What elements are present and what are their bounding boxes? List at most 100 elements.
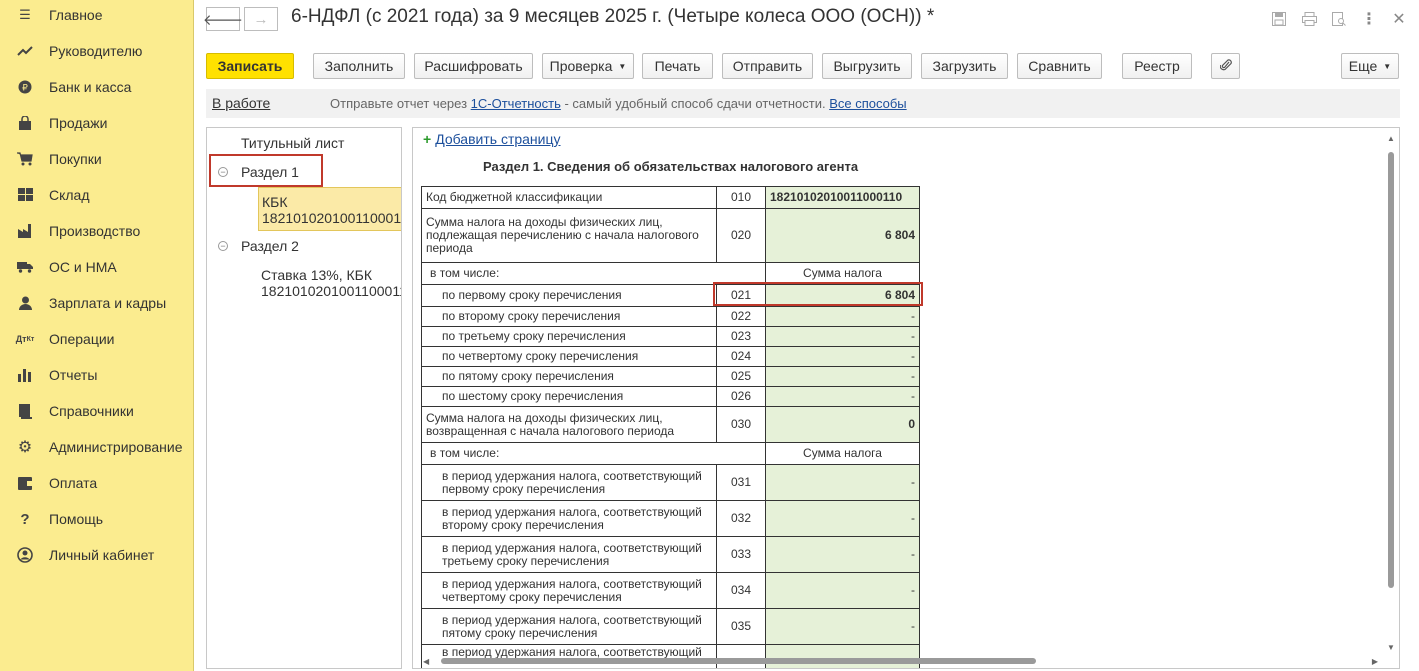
row-code: 031: [716, 464, 766, 501]
sidebar-item-main[interactable]: ☰ Главное: [0, 1, 194, 29]
more-dropdown-button[interactable]: Еще ▼: [1341, 53, 1399, 79]
value-cell[interactable]: -: [765, 306, 920, 327]
sidebar-item-label: Помощь: [49, 511, 104, 527]
sidebar-item-label: Отчеты: [49, 367, 98, 383]
value-cell[interactable]: 18210102010011000110: [765, 186, 920, 209]
row-description: в период удержания налога, соответствующ…: [421, 608, 717, 645]
fill-button[interactable]: Заполнить: [313, 53, 405, 79]
sidebar-item-payment[interactable]: Оплата: [0, 469, 194, 497]
sidebar-item-account[interactable]: Личный кабинет: [0, 541, 194, 569]
check-button-label: Проверка: [549, 58, 613, 74]
warehouse-icon: [17, 187, 33, 203]
attach-button[interactable]: [1211, 53, 1240, 79]
value-cell[interactable]: 6 804: [765, 208, 920, 263]
value-cell[interactable]: -: [765, 326, 920, 347]
value-cell[interactable]: -: [765, 536, 920, 573]
horizontal-scrollbar[interactable]: ◀ ▶: [423, 656, 1378, 666]
tree-item-text: 18210102010011000110: [262, 210, 402, 226]
row-code: 010: [716, 186, 766, 209]
account-icon: [17, 547, 33, 563]
table-row: в период удержания налога, соответствующ…: [421, 500, 920, 537]
obligations-table: Код бюджетной классификации 010 18210102…: [421, 186, 920, 668]
compare-button[interactable]: Сравнить: [1017, 53, 1102, 79]
highlight-frame: [713, 282, 923, 306]
check-dropdown-button[interactable]: Проверка ▼: [542, 53, 634, 79]
row-description: в период удержания налога, соответствующ…: [421, 536, 717, 573]
print-button[interactable]: Печать: [642, 53, 713, 79]
book-icon: [17, 403, 33, 419]
status-message-prefix: Отправьте отчет через: [330, 96, 471, 111]
search-doc-icon[interactable]: [1330, 10, 1348, 28]
more-vertical-icon[interactable]: ⋮: [1360, 10, 1378, 28]
row-description: в период удержания налога, соответствующ…: [421, 464, 717, 501]
save-disk-icon[interactable]: [1270, 10, 1288, 28]
scroll-up-icon[interactable]: ▲: [1387, 134, 1395, 143]
sidebar-item-label: Справочники: [49, 403, 134, 419]
close-icon[interactable]: ✕: [1390, 10, 1408, 28]
sidebar-item-bank[interactable]: ₽ Банк и касса: [0, 73, 194, 101]
row-description: по первому сроку перечисления: [421, 284, 717, 307]
scroll-down-icon[interactable]: ▼: [1387, 643, 1395, 652]
sidebar-item-production[interactable]: Производство: [0, 217, 194, 245]
sidebar-item-label: Личный кабинет: [49, 547, 155, 563]
value-cell[interactable]: -: [765, 346, 920, 367]
row-code: 020: [716, 208, 766, 263]
sidebar-item-assets[interactable]: ОС и НМА: [0, 253, 194, 281]
table-row: по третьему сроку перечисления 023 -: [421, 326, 920, 347]
scroll-right-icon[interactable]: ▶: [1372, 657, 1378, 666]
sidebar-item-reports[interactable]: Отчеты: [0, 361, 194, 389]
import-button[interactable]: Загрузить: [921, 53, 1008, 79]
value-cell[interactable]: -: [765, 464, 920, 501]
value-cell[interactable]: -: [765, 366, 920, 387]
status-link[interactable]: В работе: [212, 95, 270, 111]
back-button[interactable]: 🡐: [203, 7, 243, 31]
scrollbar-thumb[interactable]: [441, 658, 1036, 664]
add-page-label: Добавить страницу: [435, 131, 561, 147]
add-page-link[interactable]: + Добавить страницу: [423, 131, 561, 147]
sidebar-item-sales[interactable]: Продажи: [0, 109, 194, 137]
scrollbar-thumb[interactable]: [1388, 152, 1394, 588]
reporting-service-link[interactable]: 1С-Отчетность: [471, 96, 561, 111]
sidebar-item-catalogs[interactable]: Справочники: [0, 397, 194, 425]
row-code: 033: [716, 536, 766, 573]
decode-button[interactable]: Расшифровать: [414, 53, 533, 79]
table-row: в период удержания налога, соответствующ…: [421, 464, 920, 501]
all-methods-link[interactable]: Все способы: [829, 96, 906, 111]
value-cell[interactable]: -: [765, 500, 920, 537]
sidebar-item-purchases[interactable]: Покупки: [0, 145, 194, 173]
tree-item-section-2-rate[interactable]: Ставка 13%, КБК 18210102010011000110: [261, 267, 401, 299]
sidebar-item-operations[interactable]: Дт Кт Операции: [0, 325, 194, 353]
value-cell[interactable]: -: [765, 608, 920, 645]
send-button[interactable]: Отправить: [722, 53, 813, 79]
value-cell[interactable]: -: [765, 386, 920, 407]
vertical-scrollbar[interactable]: ▲ ▼: [1385, 132, 1397, 652]
sidebar-item-admin[interactable]: ⚙ Администрирование: [0, 433, 194, 461]
sidebar-item-label: Склад: [49, 187, 90, 203]
svg-text:₽: ₽: [22, 84, 28, 94]
table-row: по второму сроку перечисления 022 -: [421, 306, 920, 327]
table-row: Сумма налога на доходы физических лиц, п…: [421, 208, 920, 263]
collapse-icon[interactable]: −: [218, 241, 228, 251]
row-description: по второму сроку перечисления: [421, 306, 717, 327]
row-description: по четвертому сроку перечисления: [421, 346, 717, 367]
value-cell[interactable]: -: [765, 572, 920, 609]
sidebar: ☰ Главное Руководителю ₽ Банк и касса Пр…: [0, 0, 194, 671]
tree-item-section-2[interactable]: Раздел 2: [241, 238, 299, 254]
registry-button[interactable]: Реестр: [1122, 53, 1192, 79]
scroll-left-icon[interactable]: ◀: [423, 657, 429, 666]
value-cell[interactable]: 0: [765, 406, 920, 443]
tree-item-title-page[interactable]: Титульный лист: [241, 135, 344, 151]
sidebar-item-help[interactable]: ? Помощь: [0, 505, 194, 533]
status-bar: В работе Отправьте отчет через 1С-Отчетн…: [206, 89, 1400, 118]
sidebar-item-salary[interactable]: Зарплата и кадры: [0, 289, 194, 317]
save-button[interactable]: Записать: [206, 53, 294, 79]
row-description: Сумма налога на доходы физических лиц, в…: [421, 406, 717, 443]
sidebar-item-warehouse[interactable]: Склад: [0, 181, 194, 209]
print-icon[interactable]: [1300, 10, 1318, 28]
forward-button[interactable]: →: [244, 7, 278, 31]
tree-item-section-1-kbk[interactable]: КБК 18210102010011000110: [258, 187, 402, 231]
row-description: Код бюджетной классификации: [421, 186, 717, 209]
arrow-right-icon: →: [253, 10, 269, 28]
sidebar-item-manager[interactable]: Руководителю: [0, 37, 194, 65]
export-button[interactable]: Выгрузить: [822, 53, 912, 79]
